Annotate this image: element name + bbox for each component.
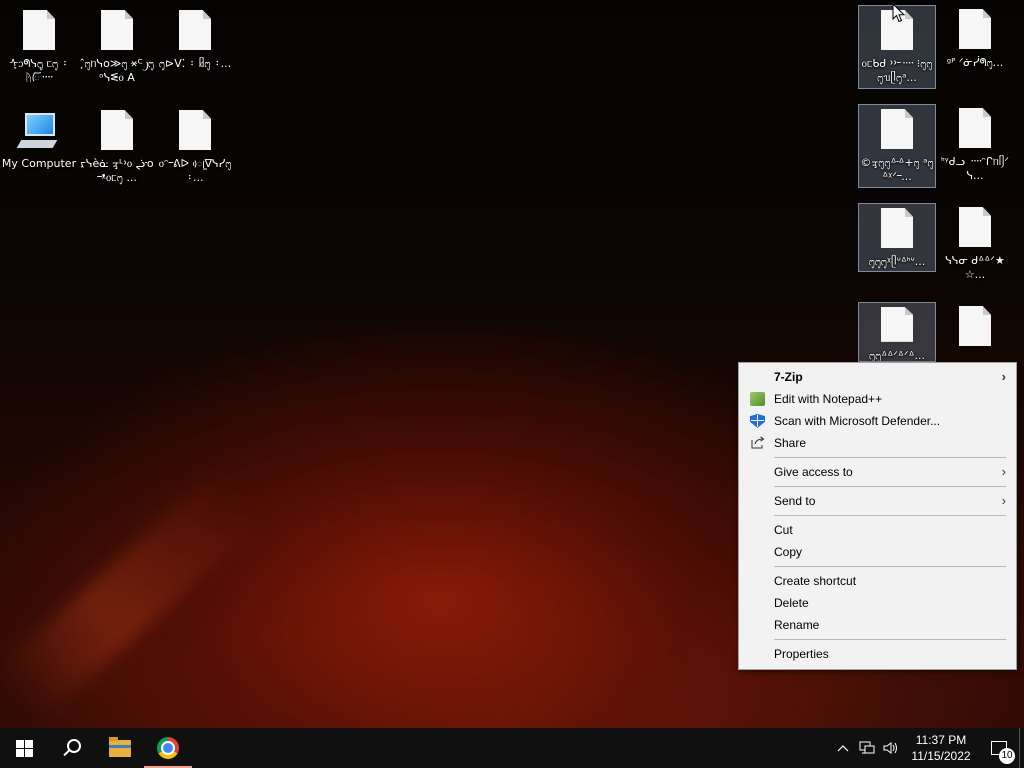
folder-icon	[109, 736, 131, 757]
defender-shield-icon	[750, 414, 765, 428]
network-icon[interactable]	[855, 728, 879, 768]
menu-item-properties[interactable]: Properties	[739, 643, 1016, 665]
chrome-button[interactable]	[144, 728, 192, 768]
system-tray: 11:37 PM 11/15/2022 10	[831, 728, 1024, 768]
desktop-file-label: ᠰ᜔᧑ᖗᓭ᧕᜔ ᥴ᧕ ᛬ ᚤᰩ᠁	[9, 57, 69, 84]
submenu-arrow-icon: ›	[1001, 369, 1006, 384]
start-button[interactable]	[0, 728, 48, 768]
menu-item-share[interactable]: Share	[739, 432, 1016, 454]
my-computer-shortcut[interactable]: My Computer	[0, 106, 78, 171]
menu-item-label: Delete	[774, 596, 809, 610]
show-hidden-icons-chevron-icon[interactable]	[831, 728, 855, 768]
desktop-file-icon[interactable]: ᠷᓭèᓎ ᢋᒻ᠈᧐ ᖣ᠊ᴏ᠆ᵜ᧐ᥴ᧕ ...	[78, 106, 156, 185]
submenu-arrow-icon: ›	[1001, 464, 1006, 479]
desktop-file-icon[interactable]: ᧐ᵔ᠆ᕕᐅ ᰴᥧ∇ᓭᓯ᧕ ᛬...	[156, 106, 234, 185]
desktop-file-label: ᵍᴾ ᐟᓃᓰᖗ᧕...	[946, 56, 1004, 69]
my-computer-label: My Computer	[1, 157, 77, 170]
computer-icon	[16, 110, 61, 154]
document-icon	[959, 9, 991, 49]
submenu-arrow-icon: ›	[1001, 493, 1006, 508]
menu-item-label: 7-Zip	[774, 370, 803, 384]
menu-item-label: Cut	[774, 523, 793, 537]
document-icon	[959, 306, 991, 346]
context-menu: 7-Zip › Edit with Notepad++ Scan with Mi…	[738, 362, 1017, 670]
menu-item-label: Copy	[774, 545, 803, 559]
menu-item-label: Rename	[774, 618, 820, 632]
menu-separator	[774, 639, 1006, 640]
desktop-file-label: ᧕᧕᧕ᵡᥫᐡᐞᑋᐡ...	[868, 255, 926, 268]
document-icon	[881, 109, 913, 149]
desktop-file-icon-selected[interactable]: ᧕᧕ᐞᐞᐟᐞᐟᐞ...	[858, 302, 936, 362]
menu-item-label: Share	[774, 436, 807, 450]
menu-item-label: Properties	[774, 647, 829, 661]
menu-item-send-to[interactable]: Send to ›	[739, 490, 1016, 512]
menu-item-label: Scan with Microsoft Defender...	[774, 414, 941, 428]
desktop-file-label: ᑋᵞᑯᓗ ᠁ᵔᒋᥒᥦᐟᓭ...	[941, 155, 1009, 182]
menu-item-give-access[interactable]: Give access to ›	[739, 461, 1016, 483]
menu-item-7zip[interactable]: 7-Zip ›	[739, 366, 1016, 388]
clock-time: 11:37 PM	[915, 733, 967, 747]
desktop-file-label: ᧐ᵔ᠆ᕕᐅ ᰴᥧ∇ᓭᓯ᧕ ᛬...	[158, 157, 232, 184]
desktop: ᠰ᜔᧑ᖗᓭ᧕᜔ ᥴ᧕ ᛬ ᚤᰩ᠁ ˆ᜔᧕ᥒᓭᴏ≫᧕ ᰾ᒼ᧒᧕ᵒᓭᓬ᧐ A ᧕⊳ᐯ…	[0, 0, 1024, 728]
menu-item-copy[interactable]: Copy	[739, 541, 1016, 563]
desktop-file-icon[interactable]	[936, 302, 1014, 353]
action-center-button[interactable]: 10	[979, 728, 1019, 768]
wallpaper-light-streak	[0, 468, 265, 722]
desktop-file-icon[interactable]: ᓭᓭᓂ ᑯᐞᐞᐟ★☆...	[936, 203, 1014, 282]
menu-item-create-shortcut[interactable]: Create shortcut	[739, 570, 1016, 592]
clock[interactable]: 11:37 PM 11/15/2022	[903, 732, 979, 764]
search-icon	[67, 739, 81, 753]
desktop-file-label: ᧕⊳ᐯ⁚ ᛬ ᥤ᧕ ᛬...	[158, 57, 232, 70]
menu-item-cut[interactable]: Cut	[739, 519, 1016, 541]
desktop-file-label: ˆ᜔᧕ᥒᓭᴏ≫᧕ ᰾ᒼ᧒᧕ᵒᓭᓬ᧐ A	[79, 57, 155, 84]
document-icon	[101, 10, 133, 50]
desktop-file-label: ©ᢋ᧕᧕ᐞ᠊ᐞ+᧕ ᵃ᧕ᐞᵡᐟ᠆...	[860, 156, 934, 183]
menu-item-edit-notepadpp[interactable]: Edit with Notepad++	[739, 388, 1016, 410]
menu-separator	[774, 486, 1006, 487]
desktop-file-icon[interactable]: ˆ᜔᧕ᥒᓭᴏ≫᧕ ᰾ᒼ᧒᧕ᵒᓭᓬ᧐ A	[78, 6, 156, 85]
taskbar: 11:37 PM 11/15/2022 10	[0, 728, 1024, 768]
menu-item-label: Create shortcut	[774, 574, 857, 588]
menu-item-label: Give access to	[774, 465, 853, 479]
chrome-icon	[157, 737, 179, 759]
desktop-file-icon-selected[interactable]: ©ᢋ᧕᧕ᐞ᠊ᐞ+᧕ ᵃ᧕ᐞᵡᐟ᠆...	[858, 104, 936, 188]
desktop-file-label: ᓭᓭᓂ ᑯᐞᐞᐟ★☆...	[945, 254, 1005, 281]
file-explorer-button[interactable]	[96, 728, 144, 768]
document-icon	[101, 110, 133, 150]
desktop-file-icon[interactable]: ᠰ᜔᧑ᖗᓭ᧕᜔ ᥴ᧕ ᛬ ᚤᰩ᠁	[0, 6, 78, 85]
desktop-file-icon[interactable]: ᧕⊳ᐯ⁚ ᛬ ᥤ᧕ ᛬...	[156, 6, 234, 71]
volume-icon[interactable]	[879, 728, 903, 768]
windows-logo-icon	[15, 739, 33, 757]
menu-item-label: Send to	[774, 494, 816, 508]
menu-separator	[774, 515, 1006, 516]
menu-separator	[774, 457, 1006, 458]
desktop-file-icon[interactable]: ᑋᵞᑯᓗ ᠁ᵔᒋᥒᥦᐟᓭ...	[936, 104, 1014, 183]
document-icon	[959, 108, 991, 148]
desktop-file-label: ᠷᓭèᓎ ᢋᒻ᠈᧐ ᖣ᠊ᴏ᠆ᵜ᧐ᥴ᧕ ...	[80, 157, 154, 184]
menu-separator	[774, 566, 1006, 567]
desktop-file-icon-selected[interactable]: ᧕᧕᧕ᵡᥫᐡᐞᑋᐡ...	[858, 203, 936, 272]
document-icon	[179, 110, 211, 150]
document-icon	[881, 307, 913, 342]
document-icon	[179, 10, 211, 50]
menu-item-delete[interactable]: Delete	[739, 592, 1016, 614]
desktop-file-label: ᧕᧕ᐞᐞᐟᐞᐟᐞ...	[869, 348, 925, 361]
notification-count-badge: 10	[999, 748, 1015, 764]
notepad-plus-plus-icon	[750, 392, 765, 406]
share-icon	[750, 436, 765, 450]
desktop-file-label: ᧐ᥴᑲᑯ ᠈᠈᠊᠊᠁ ⁝᧕᧕᧕ᥔᥫ᧕ᵃ...	[861, 57, 933, 84]
desktop-file-icon[interactable]: ᵍᴾ ᐟᓃᓰᖗ᧕...	[936, 5, 1014, 70]
clock-date: 11/15/2022	[911, 749, 971, 763]
document-icon	[23, 10, 55, 50]
mouse-cursor-icon	[892, 3, 906, 23]
search-button[interactable]	[48, 728, 96, 768]
menu-item-label: Edit with Notepad++	[774, 392, 883, 406]
show-desktop-button[interactable]	[1019, 728, 1024, 768]
document-icon	[959, 207, 991, 247]
document-icon	[881, 208, 913, 248]
menu-item-scan-defender[interactable]: Scan with Microsoft Defender...	[739, 410, 1016, 432]
menu-item-rename[interactable]: Rename	[739, 614, 1016, 636]
